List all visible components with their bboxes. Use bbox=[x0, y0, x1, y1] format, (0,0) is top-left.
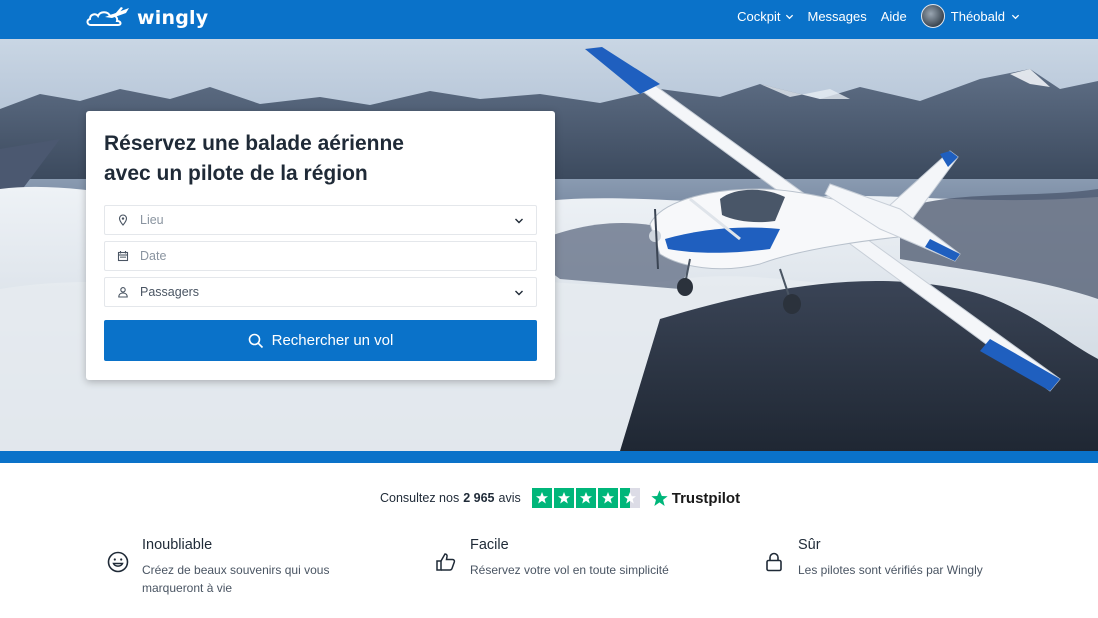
thumbs-up-icon bbox=[436, 553, 456, 571]
cloud-plane-logo-icon bbox=[86, 7, 129, 26]
feature-desc: Créez de beaux souvenirs qui vous marque… bbox=[142, 563, 330, 595]
user-menu[interactable]: Théobald bbox=[920, 4, 1020, 28]
search-icon bbox=[248, 333, 263, 348]
trust-suffix: avis bbox=[498, 491, 521, 505]
chevron-down-icon bbox=[515, 290, 523, 296]
rating-stars bbox=[531, 488, 640, 508]
trustpilot-star-icon bbox=[651, 489, 668, 506]
nav-item-messages[interactable]: Messages bbox=[808, 9, 867, 24]
lock-icon bbox=[766, 552, 782, 572]
title-line-2: avec un pilote de la région bbox=[104, 162, 368, 185]
search-button-label: Rechercher un vol bbox=[271, 332, 394, 349]
date-placeholder: Date bbox=[140, 249, 167, 263]
title-line-1: Réservez une balade aérienne bbox=[104, 132, 404, 155]
passengers-select[interactable]: Passagers bbox=[104, 277, 537, 307]
chevron-down-icon bbox=[515, 218, 523, 224]
trustpilot-logo: Trustpilot bbox=[650, 489, 740, 508]
feature-desc: Réservez votre vol en toute simplicité bbox=[470, 563, 669, 577]
search-card-title: Réservez une balade aérienne avec un pil… bbox=[104, 129, 544, 189]
hero-bottom-bar bbox=[0, 451, 1098, 463]
trust-prefix: Consultez nos bbox=[380, 491, 460, 505]
star-icon bbox=[531, 488, 552, 508]
calendar-icon bbox=[117, 251, 129, 262]
star-icon bbox=[575, 488, 596, 508]
star-icon bbox=[597, 488, 618, 508]
chevron-down-icon bbox=[1011, 14, 1020, 19]
nav-item-cockpit[interactable]: Cockpit bbox=[737, 9, 793, 24]
chevron-down-icon bbox=[785, 14, 793, 19]
nav-aide-label: Aide bbox=[880, 8, 907, 24]
avatar bbox=[920, 4, 945, 28]
smile-icon bbox=[107, 551, 129, 573]
search-card: Réservez une balade aérienne avec un pil… bbox=[86, 111, 555, 380]
feature-title: Inoubliable bbox=[142, 537, 213, 553]
brand-name: wingly bbox=[137, 7, 209, 29]
main-nav: Cockpit Messages Aide Théobald bbox=[737, 0, 1020, 32]
top-navbar: wingly Cockpit Messages Aide Théobald bbox=[0, 0, 1098, 39]
passengers-value: Passagers bbox=[140, 285, 200, 299]
nav-messages-label: Messages bbox=[807, 8, 867, 24]
search-flight-button[interactable]: Rechercher un vol bbox=[104, 320, 537, 361]
map-pin-icon bbox=[118, 214, 128, 226]
trustpilot-widget[interactable]: Consultez nos 2 965 avis Trustpilot bbox=[380, 487, 740, 509]
star-icon bbox=[553, 488, 574, 508]
user-name: Théobald bbox=[950, 8, 1005, 24]
feature-desc: Les pilotes sont vérifiés par Wingly bbox=[798, 563, 983, 577]
feature-title: Sûr bbox=[798, 537, 821, 553]
half-star-icon bbox=[619, 488, 640, 508]
location-placeholder: Lieu bbox=[140, 213, 164, 227]
user-icon bbox=[118, 287, 128, 298]
feature-title: Facile bbox=[470, 537, 509, 553]
review-count: 2 965 bbox=[463, 491, 495, 505]
wingly-logo[interactable]: wingly bbox=[85, 3, 208, 33]
location-select[interactable]: Lieu bbox=[104, 205, 537, 235]
nav-cockpit-label: Cockpit bbox=[737, 8, 781, 24]
date-field[interactable]: Date bbox=[104, 241, 537, 271]
trustpilot-brand: Trustpilot bbox=[671, 489, 741, 507]
nav-item-aide[interactable]: Aide bbox=[881, 9, 907, 24]
